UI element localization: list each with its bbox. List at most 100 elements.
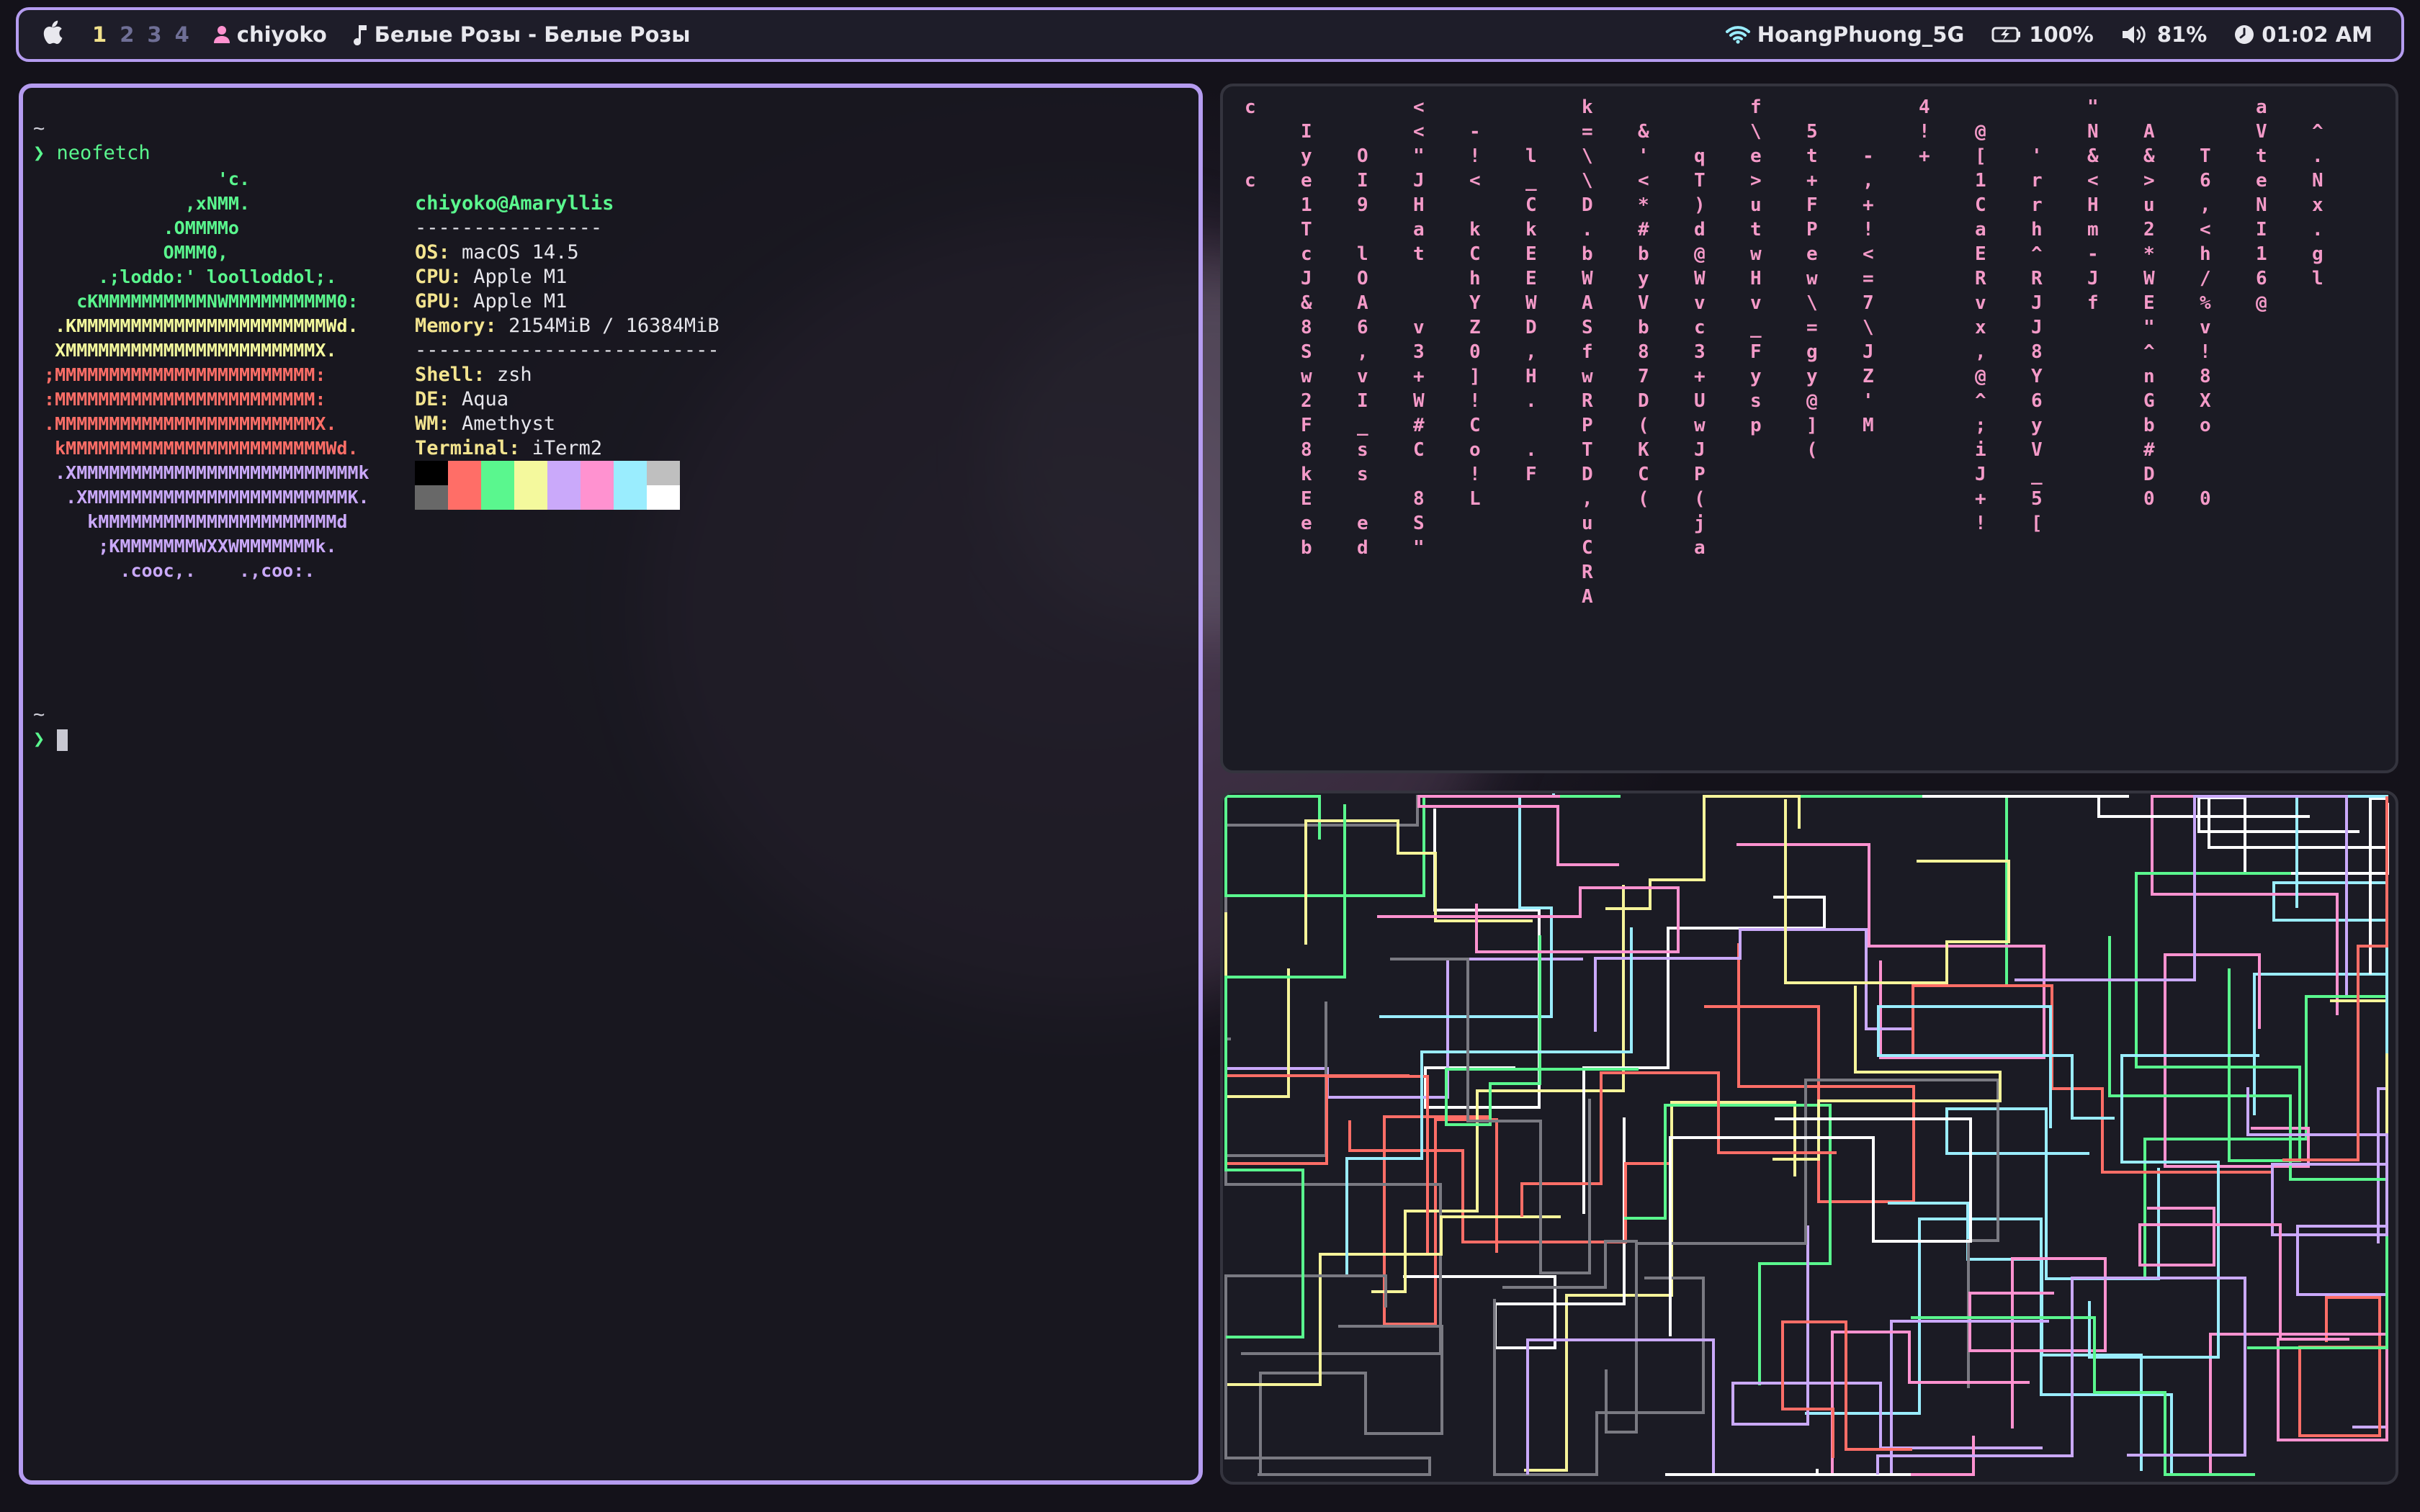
- matrix-column: T 6 , < h / % v ! 8 X o 0: [2200, 145, 2211, 510]
- palette-swatch: [647, 485, 680, 510]
- wifi-status[interactable]: HoangPhuong_5G: [1725, 22, 1965, 47]
- terminal-window-pipes[interactable]: [1220, 791, 2398, 1485]
- color-palette: [415, 461, 680, 510]
- palette-swatch: [581, 461, 614, 485]
- speaker-icon: [2122, 26, 2146, 43]
- pipe-segment: [1224, 1074, 1429, 1254]
- battery-percent: 100%: [2029, 22, 2094, 47]
- workspace-4[interactable]: 4: [175, 22, 189, 47]
- battery-status[interactable]: 100%: [1991, 22, 2094, 47]
- palette-swatch: [448, 461, 481, 485]
- pipe-segment: [2138, 1207, 2282, 1341]
- logo-line: XMMMMMMMMMMMMMMMMMMMMMMMX.: [33, 340, 337, 361]
- workspace-1[interactable]: 1: [92, 22, 107, 47]
- matrix-column: a V t e N I 1 6 @: [2256, 96, 2267, 314]
- music-note-icon: [353, 25, 367, 45]
- pipe-segment: [1888, 1202, 2143, 1471]
- now-playing[interactable]: Белые Розы - Белые Розы: [353, 22, 691, 47]
- terminal-command-line: ❯ neofetch: [33, 141, 151, 166]
- logo-line: .;loddo:' loolloddol;.: [33, 266, 337, 287]
- logo-line: .OMMMMo: [33, 217, 239, 238]
- terminal-input-line[interactable]: ❯: [33, 727, 68, 752]
- matrix-column: k = \ \ D . b W A S f w R P T D , u C R …: [1582, 96, 1593, 608]
- matrix-column: " N & < H m - J f: [2087, 96, 2099, 314]
- clock-time: 01:02 AM: [2262, 22, 2372, 47]
- terminal-window-neofetch[interactable]: ~ ❯ neofetch 'c. ,xNMM. .OMMMMo OMMM0, .…: [19, 84, 1203, 1485]
- matrix-column: < < " J H a t v 3 + W # C 8 S ": [1413, 96, 1425, 559]
- wifi-ssid: HoangPhuong_5G: [1757, 22, 1965, 47]
- terminal-line: ~: [33, 703, 45, 726]
- matrix-column: 4 ! +: [1919, 96, 1930, 167]
- pipe-segment: [1922, 795, 2310, 818]
- volume-percent: 81%: [2156, 22, 2208, 47]
- matrix-column: A & > u 2 * W E " ^ n G b # D 0: [2143, 121, 2155, 510]
- pipe-segment: [1224, 1002, 1442, 1355]
- palette-swatch: [448, 485, 481, 510]
- command-text: neofetch: [56, 142, 151, 164]
- pipe-segment: [1445, 935, 1639, 1126]
- logo-line: cKMMMMMMMMMMNWMMMMMMMMMM0:: [33, 291, 359, 312]
- pipe-segment: [2296, 1225, 2388, 1428]
- pipe-segment: [1968, 1257, 2107, 1428]
- pipe-segment: [1582, 896, 1826, 1214]
- palette-swatch: [415, 485, 448, 510]
- matrix-column: 5 t + F P e w \ = g y @ ] (: [1806, 121, 1818, 461]
- matrix-column: q T ) d @ W v c 3 + U w J P ( j a: [1694, 145, 1706, 559]
- logo-line: kMMMMMMMMMMMMMMMMMMMMMMMMWd.: [33, 438, 359, 459]
- pipe-segment: [1304, 819, 1533, 945]
- pipe-segment: [1945, 1107, 2160, 1280]
- terminal-window-matrix[interactable]: c c I y e 1 T c J & 8 S w 2 F 8 k E e b O …: [1220, 84, 2398, 773]
- matrix-column: ' r r h ^ R J J 8 Y 6 y V _ 5 [: [2031, 145, 2043, 534]
- logo-line: .KMMMMMMMMMMMMMMMMMMMMMMMWd.: [33, 315, 359, 336]
- terminal-line: ~: [33, 117, 45, 140]
- logo-line: 'c.: [33, 168, 251, 189]
- pipe-segment: [1665, 1469, 1911, 1476]
- palette-swatch: [581, 485, 614, 510]
- workspace-2[interactable]: 2: [120, 22, 134, 47]
- volume-status[interactable]: 81%: [2121, 22, 2207, 47]
- user-icon: [213, 26, 230, 43]
- pipe-segment: [2143, 862, 2388, 1277]
- pipe-segment: [1224, 1274, 1431, 1476]
- palette-swatch: [614, 461, 647, 485]
- matrix-column: @ [ 1 C a E R v x , @ ^ ; i J + !: [1975, 121, 1986, 534]
- pipe-segment: [1805, 1218, 2173, 1475]
- workspace-3[interactable]: 3: [147, 22, 161, 47]
- pipe-segment: [1493, 1277, 1705, 1476]
- user-name: chiyoko: [236, 22, 327, 47]
- neofetch-apple-logo: 'c. ,xNMM. .OMMMMo OMMM0, .;loddo:' lool…: [33, 167, 369, 583]
- logo-line: kMMMMMMMMMMMMMMMMMMMMMMd: [33, 511, 348, 532]
- logo-line: .XMMMMMMMMMMMMMMMMMMMMMMMMMMk: [33, 462, 369, 483]
- logo-line: .cooc,. .,coo:.: [33, 560, 315, 581]
- palette-swatch: [647, 461, 680, 485]
- palette-swatch: [514, 461, 547, 485]
- apple-icon[interactable]: [42, 20, 63, 50]
- logo-line: ,xNMM.: [33, 193, 251, 214]
- pipe-segment: [1736, 843, 2045, 1059]
- now-playing-title: Белые Розы - Белые Розы: [374, 22, 691, 47]
- pipe-segment: [1259, 1325, 1443, 1475]
- pipe-segment: [1520, 1071, 1837, 1217]
- palette-swatch: [614, 485, 647, 510]
- pipe-segment: [2295, 795, 2388, 1053]
- matrix-column: I y e 1 T c J & 8 S w 2 F 8 k E e b: [1301, 121, 1312, 559]
- matrix-column: & ' < * # b y V b 8 7 D ( K C (: [1638, 121, 1649, 510]
- logo-line: ;KMMMMMMMWXXWMMMMMMMk.: [33, 536, 337, 557]
- wifi-icon: [1725, 26, 1750, 44]
- pipe-segment: [1502, 1240, 1638, 1434]
- pipe-segment: [2298, 1296, 2387, 1437]
- logo-line: ;MMMMMMMMMMMMMMMMMMMMMMMM:: [33, 364, 326, 385]
- pipe-segment: [1624, 1104, 1832, 1385]
- logo-line: :MMMMMMMMMMMMMMMMMMMMMMMM:: [33, 389, 326, 410]
- prompt-symbol: ❯: [33, 142, 45, 164]
- clock[interactable]: 01:02 AM: [2234, 22, 2372, 47]
- user-indicator[interactable]: chiyoko: [213, 22, 327, 47]
- pipe-segment: [2151, 795, 2387, 1015]
- pipe-segment: [1704, 795, 2079, 985]
- battery-charging-icon: [1991, 27, 2021, 42]
- pipe-segment: [1594, 928, 1912, 1032]
- pipe-segment: [2088, 1054, 2259, 1359]
- pipe-segment: [2253, 881, 2388, 1115]
- logo-line: .XMMMMMMMMMMMMMMMMMMMMMMMMK.: [33, 487, 369, 508]
- pipe-segment: [1605, 795, 1801, 910]
